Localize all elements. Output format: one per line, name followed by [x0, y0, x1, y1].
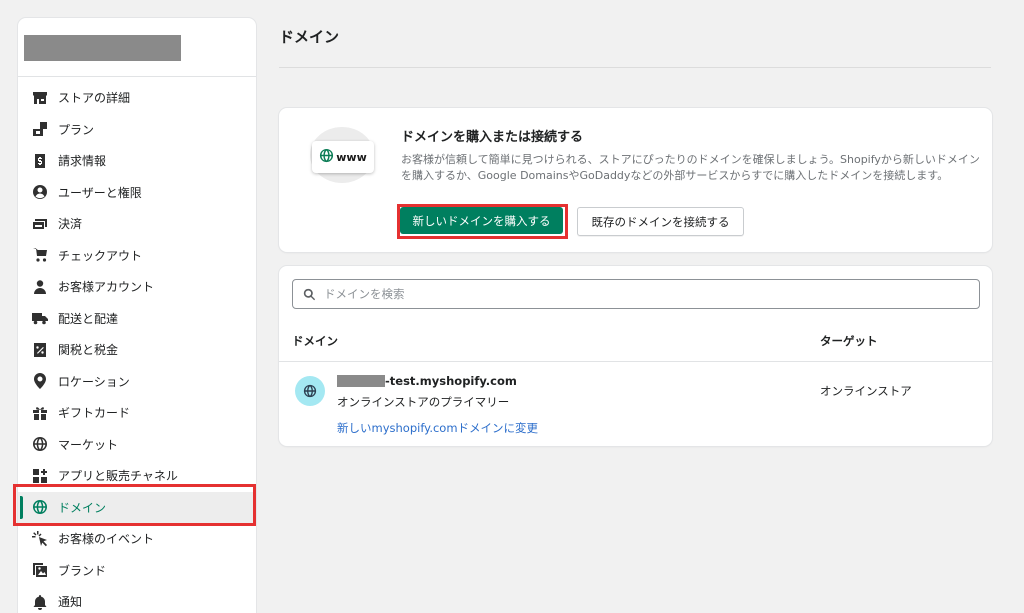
domain-search-input[interactable] [324, 287, 924, 301]
store-icon [32, 90, 48, 106]
sidebar-item-label: プラン [58, 122, 95, 137]
buy-new-domain-button[interactable]: 新しいドメインを購入する [400, 207, 563, 234]
sidebar-item-label: 決済 [58, 217, 83, 232]
apps-icon [32, 468, 48, 484]
sidebar-item-markets[interactable]: マーケット [18, 429, 256, 461]
sidebar-item-label: アプリと販売チャネル [58, 469, 178, 484]
globe-market-icon [32, 436, 48, 452]
plan-icon [32, 121, 48, 137]
globe-icon [32, 499, 48, 515]
user-circle-icon [32, 184, 48, 200]
sidebar-item-gift-cards[interactable]: ギフトカード [18, 397, 256, 429]
sidebar-item-billing[interactable]: 請求情報 [18, 145, 256, 177]
sidebar-item-label: ギフトカード [58, 406, 131, 421]
sidebar-item-label: チェックアウト [58, 248, 143, 263]
domains-list-card: ドメイン ターゲット -test.myshopify.com オンラインストアの… [279, 266, 992, 446]
sidebar-item-label: お客様アカウント [58, 280, 155, 295]
settings-sidebar: ストアの詳細 プラン 請求情報 ユーザーと権限 決済 チェックアウト お客様アカ… [18, 18, 256, 613]
domain-name: -test.myshopify.com [385, 374, 517, 388]
change-myshopify-domain-link[interactable]: 新しいmyshopify.comドメインに変更 [337, 420, 538, 436]
sidebar-item-apps[interactable]: アプリと販売チャネル [18, 460, 256, 492]
payment-card-icon [32, 216, 48, 232]
domain-search-field[interactable] [292, 279, 980, 309]
www-badge: www [312, 141, 374, 173]
sidebar-item-shipping[interactable]: 配送と配達 [18, 303, 256, 335]
truck-icon [32, 310, 48, 326]
sidebar-item-label: ストアの詳細 [58, 91, 131, 106]
sidebar-item-taxes[interactable]: 関税と税金 [18, 334, 256, 366]
promo-heading: ドメインを購入または接続する [401, 130, 584, 145]
globe-icon [319, 148, 334, 167]
brand-icon [32, 562, 48, 578]
cursor-click-icon [32, 530, 48, 547]
sidebar-item-label: ドメイン [58, 500, 107, 515]
gift-icon [32, 405, 48, 421]
page-title: ドメイン [279, 28, 340, 46]
sidebar-item-store-details[interactable]: ストアの詳細 [18, 82, 256, 114]
sidebar-item-brand[interactable]: ブランド [18, 555, 256, 587]
sidebar-item-domains[interactable]: ドメイン [18, 491, 256, 523]
sidebar-item-users[interactable]: ユーザーと権限 [18, 177, 256, 209]
sidebar-item-label: 配送と配達 [58, 311, 119, 326]
tax-icon [32, 342, 48, 358]
domain-role: オンラインストアのプライマリー [337, 395, 510, 409]
sidebar-item-checkout[interactable]: チェックアウト [18, 240, 256, 272]
store-name-redacted [24, 35, 181, 61]
sidebar-item-notifications[interactable]: 通知 [18, 586, 256, 613]
promo-description: お客様が信頼して簡単に見つけられる、ストアにぴったりのドメインを確保しましょう。… [401, 153, 980, 182]
sidebar-divider [18, 76, 256, 77]
settings-nav: ストアの詳細 プラン 請求情報 ユーザーと権限 決済 チェックアウト お客様アカ… [18, 82, 256, 613]
column-header-domain: ドメイン [292, 334, 338, 348]
www-label: www [336, 150, 367, 164]
table-divider [279, 361, 992, 362]
location-pin-icon [32, 373, 48, 390]
person-icon [32, 279, 48, 295]
sidebar-item-payments[interactable]: 決済 [18, 208, 256, 240]
title-divider [279, 67, 991, 68]
column-header-target: ターゲット [820, 334, 878, 348]
sidebar-item-label: お客様のイベント [58, 532, 155, 547]
domain-name-redacted [337, 375, 385, 387]
sidebar-item-label: ロケーション [58, 374, 130, 389]
domain-globe-icon [295, 376, 325, 406]
billing-icon [32, 153, 48, 169]
buy-or-connect-card: www ドメインを購入または接続する お客様が信頼して簡単に見つけられる、ストア… [279, 108, 992, 252]
sidebar-item-customer-events[interactable]: お客様のイベント [18, 523, 256, 555]
sidebar-item-label: 請求情報 [58, 154, 107, 169]
sidebar-item-label: マーケット [58, 437, 119, 452]
sidebar-item-label: ユーザーと権限 [58, 185, 142, 200]
sidebar-item-label: 関税と税金 [58, 343, 119, 358]
sidebar-item-label: 通知 [58, 595, 83, 610]
domain-target: オンラインストア [820, 384, 912, 398]
sidebar-item-plan[interactable]: プラン [18, 114, 256, 146]
sidebar-item-label: ブランド [58, 563, 107, 578]
sidebar-item-customer-accounts[interactable]: お客様アカウント [18, 271, 256, 303]
connect-existing-domain-button[interactable]: 既存のドメインを接続する [577, 207, 744, 236]
cart-icon [32, 247, 48, 263]
bell-icon [32, 594, 48, 610]
sidebar-item-locations[interactable]: ロケーション [18, 366, 256, 398]
search-icon [303, 288, 316, 300]
